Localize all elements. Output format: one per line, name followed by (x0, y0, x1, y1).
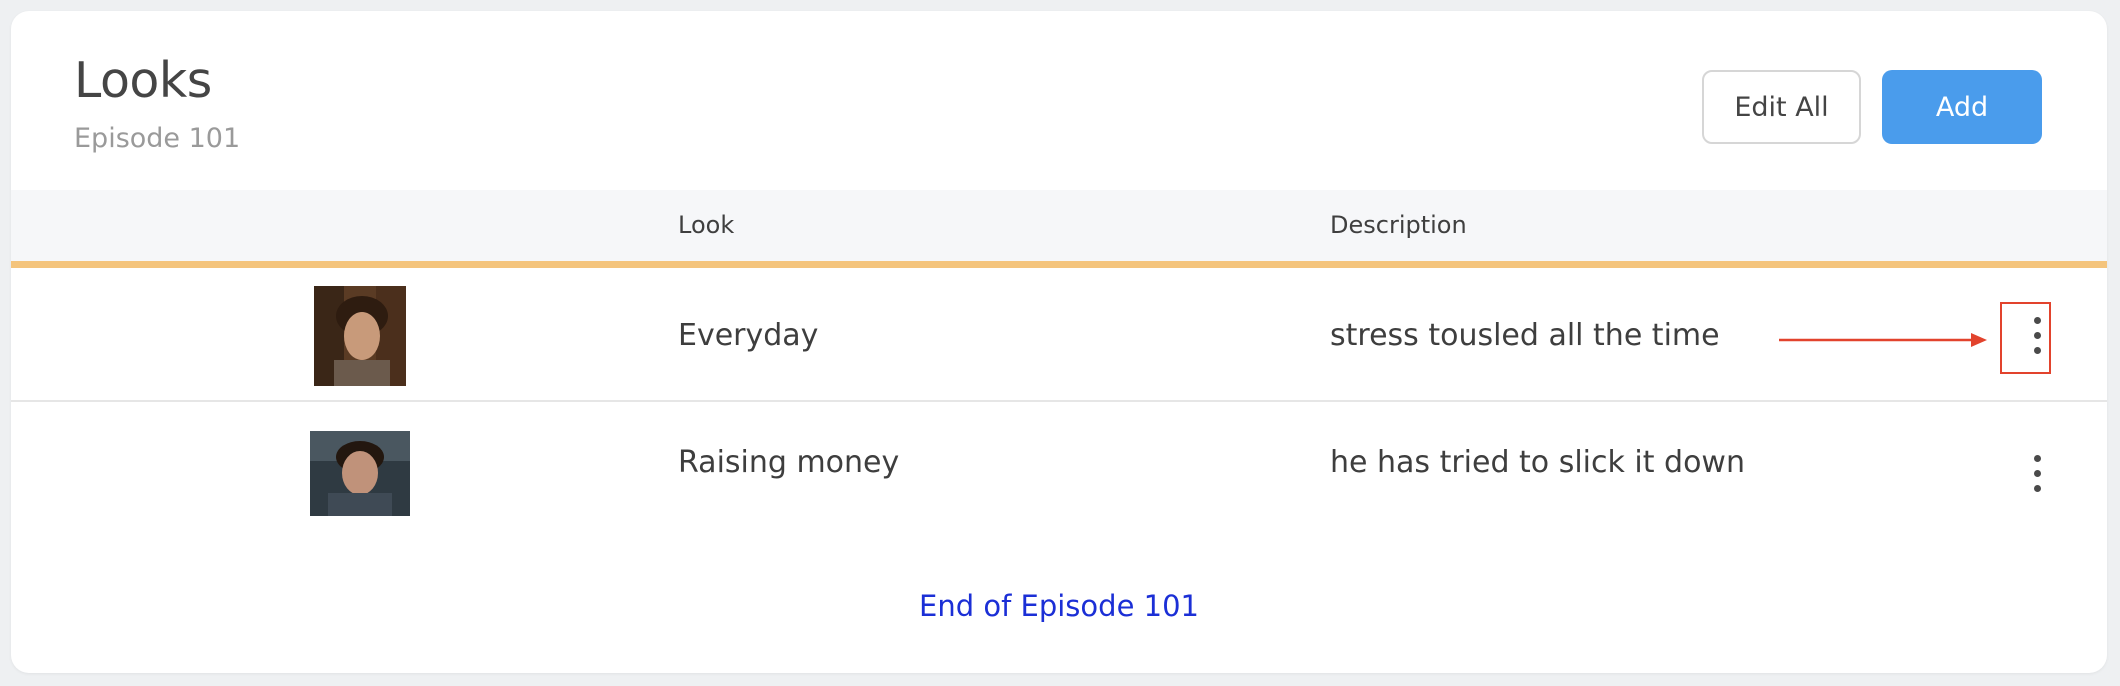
kebab-menu-icon[interactable] (2022, 449, 2052, 499)
look-thumbnail (314, 286, 406, 386)
add-button[interactable]: Add (1882, 70, 2042, 144)
column-header-description: Description (1330, 211, 1467, 239)
edit-all-button[interactable]: Edit All (1702, 70, 1861, 144)
annotation-highlight-box (2000, 302, 2051, 374)
table-header: Look Description (11, 190, 2107, 261)
look-thumbnail (310, 431, 410, 516)
column-header-look: Look (678, 211, 735, 239)
look-description: he has tried to slick it down (1330, 445, 1745, 480)
end-of-episode-link[interactable]: End of Episode 101 (11, 589, 2107, 623)
look-name: Everyday (678, 318, 819, 353)
table-row: Raising money he has tried to slick it d… (11, 402, 2107, 528)
page-subtitle: Episode 101 (74, 123, 241, 154)
annotation-arrow-icon (1779, 333, 1987, 347)
look-name: Raising money (678, 445, 900, 480)
header-accent-divider (11, 261, 2107, 268)
look-description: stress tousled all the time (1330, 318, 1720, 353)
page-header: Looks Episode 101 Edit All Add (11, 11, 2107, 189)
page-title: Looks (74, 52, 212, 109)
